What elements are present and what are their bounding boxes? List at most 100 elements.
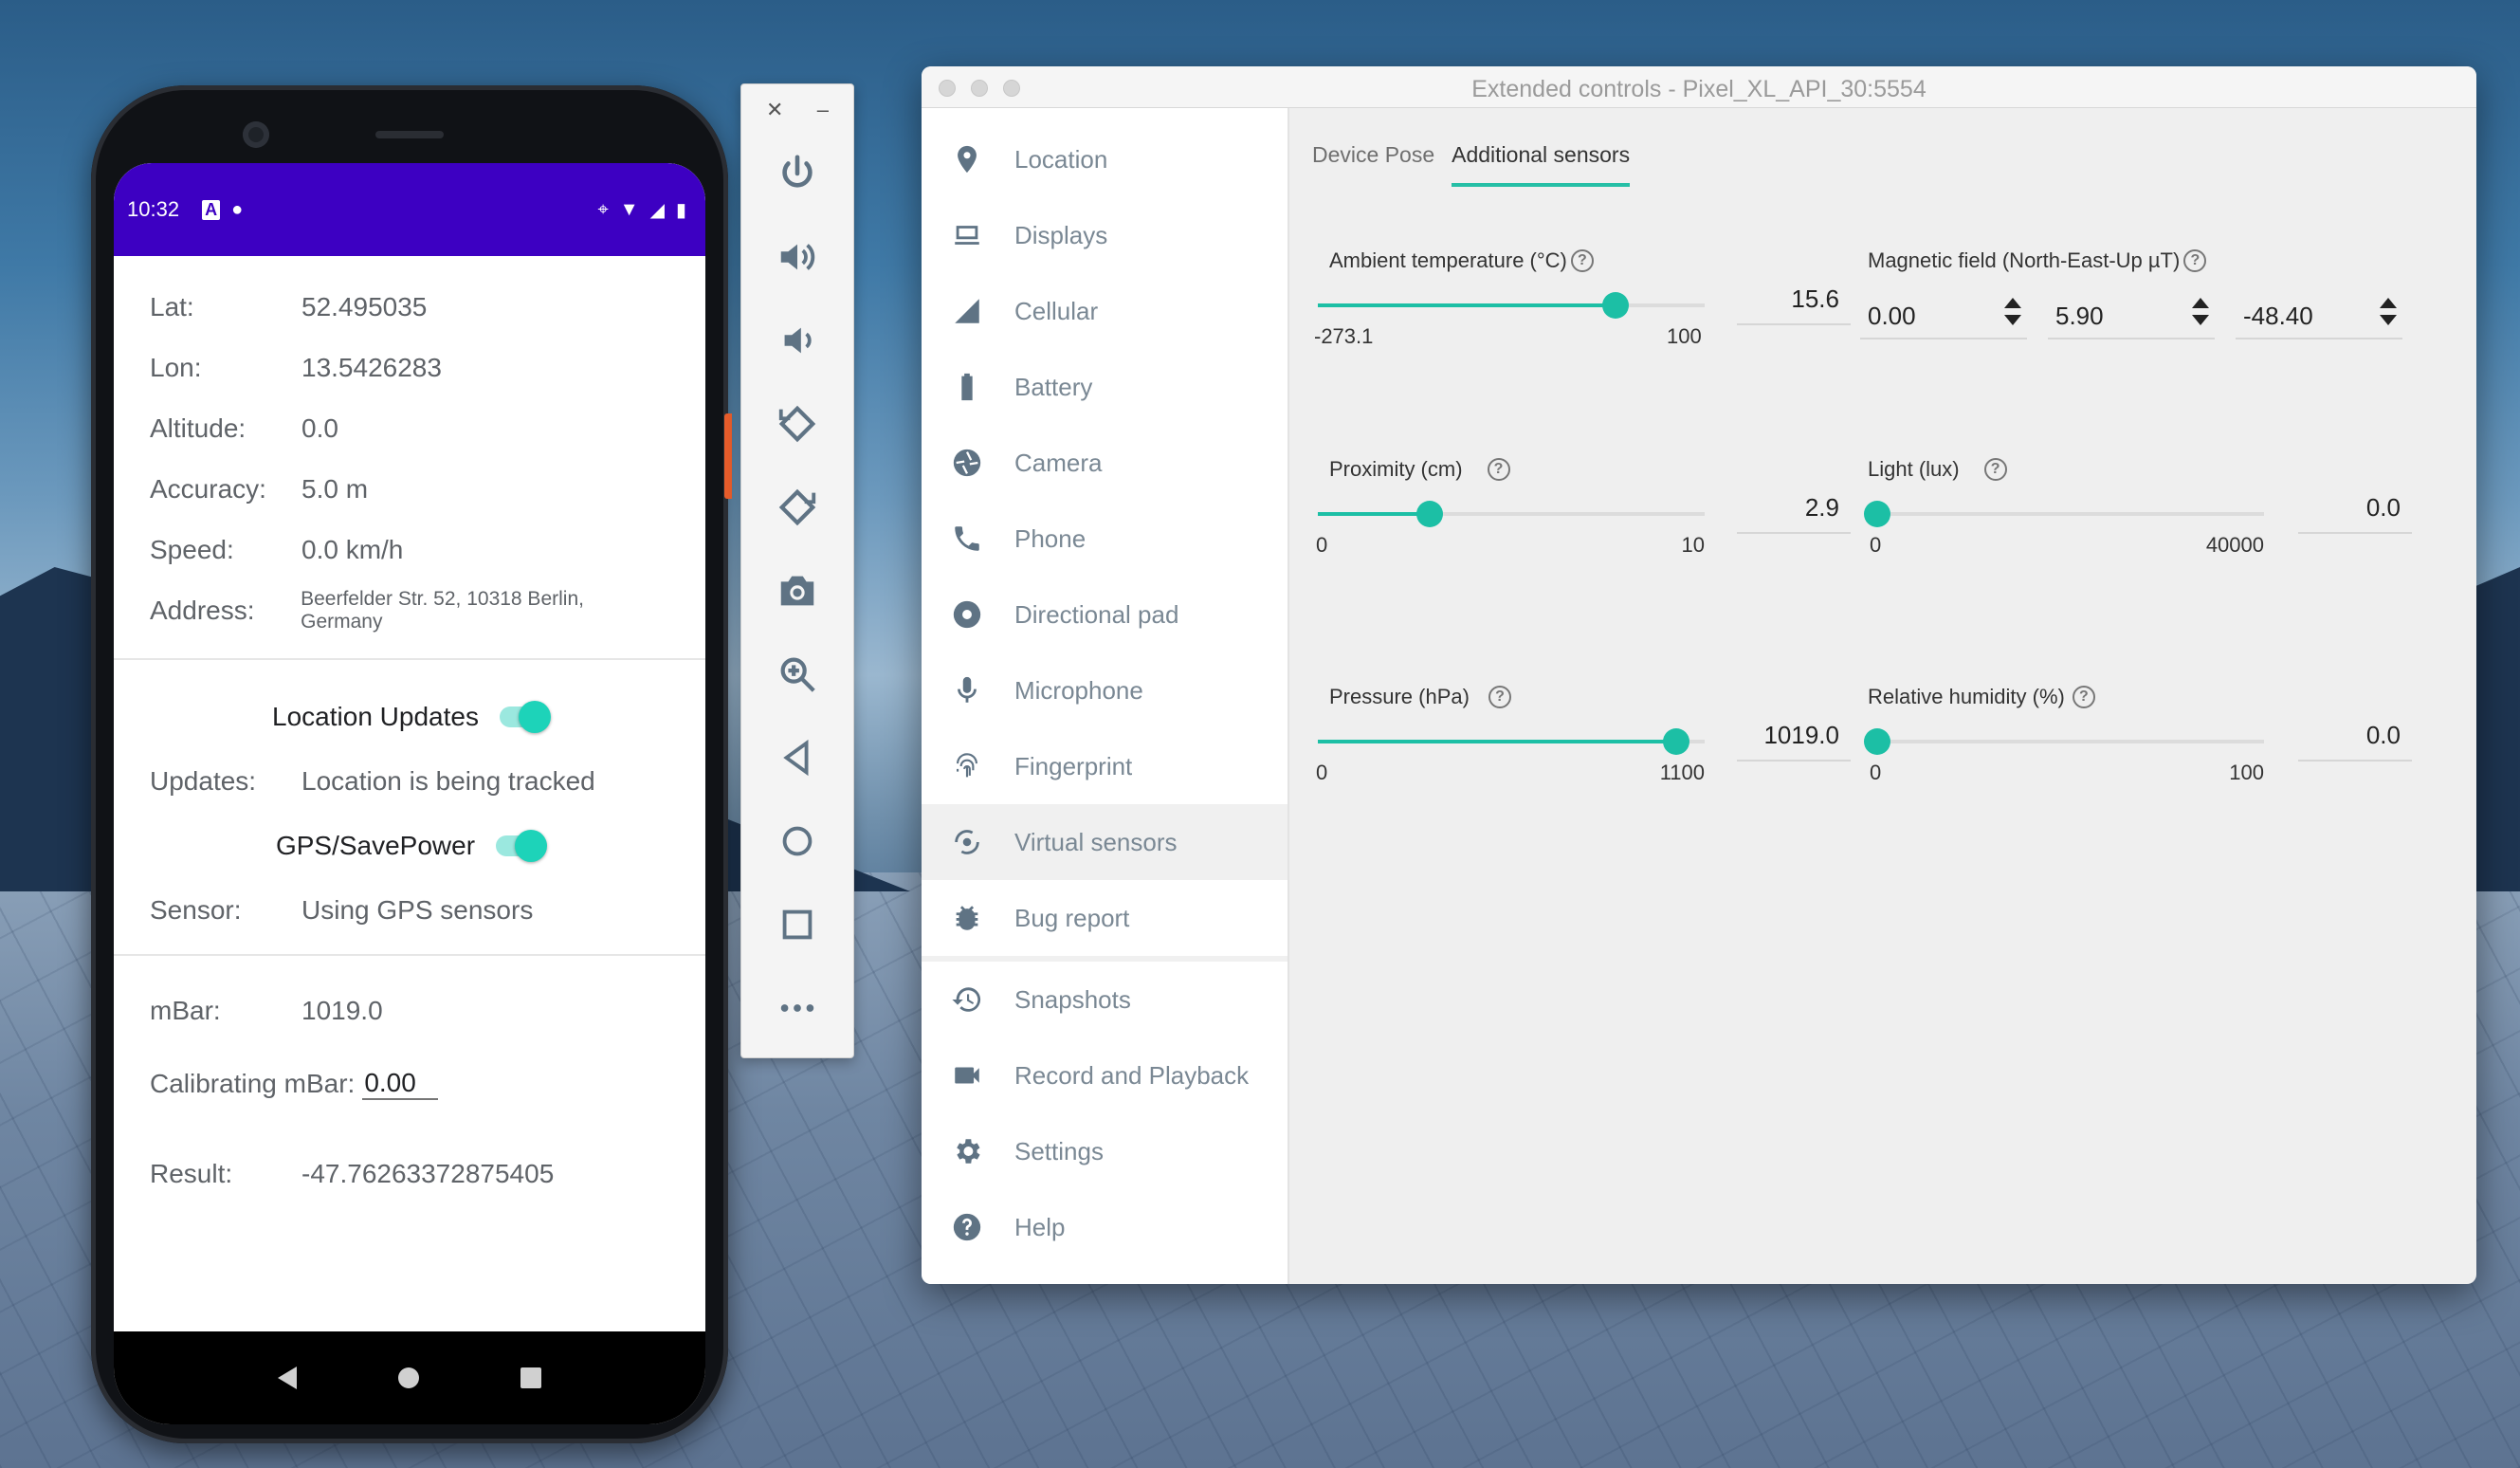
light-slider[interactable] [1864, 501, 2264, 527]
sidebar-item-record-and-playback[interactable]: Record and Playback [922, 1037, 1287, 1113]
relative-humidity-control: Relative humidity (%)? 0 100 0.0 [1860, 620, 2467, 848]
slider-thumb[interactable] [1864, 501, 1890, 527]
increment-icon[interactable] [2192, 298, 2209, 308]
slider-fill [1318, 512, 1431, 516]
spinner[interactable] [2192, 298, 2209, 325]
rotate-left-button[interactable] [741, 382, 853, 466]
magnetic-east-input[interactable]: 5.90 [2048, 298, 2215, 339]
volume-up-button[interactable] [741, 215, 853, 299]
more-button[interactable] [741, 966, 853, 1050]
help-icon[interactable]: ? [2183, 249, 2207, 272]
lon-value: 13.5426283 [301, 353, 442, 382]
mbar-value: 1019.0 [301, 996, 383, 1025]
ambient-temperature-value[interactable]: 15.6 [1737, 284, 1851, 325]
home-button[interactable] [741, 799, 853, 883]
updates-label: Updates: [150, 766, 257, 796]
decrement-icon[interactable] [2192, 315, 2209, 325]
sidebar-item-settings[interactable]: Settings [922, 1113, 1287, 1189]
help-icon[interactable]: ? [1570, 249, 1594, 272]
location-pin-icon [948, 140, 986, 178]
sidebar-item-help[interactable]: Help [922, 1189, 1287, 1265]
slider-thumb[interactable] [1662, 728, 1689, 755]
magnetic-up-input[interactable]: -48.40 [2236, 298, 2402, 339]
sidebar-item-cellular[interactable]: Cellular [922, 273, 1287, 349]
calibrating-input[interactable]: 0.00 [362, 1068, 439, 1100]
help-icon[interactable]: ? [2072, 686, 2095, 708]
sidebar-item-virtual-sensors[interactable]: Virtual sensors [922, 804, 1287, 880]
sidebar-item-phone[interactable]: Phone [922, 501, 1287, 577]
slider-thumb[interactable] [1864, 728, 1890, 755]
location-updates-switch[interactable] [499, 701, 551, 733]
overview-button[interactable] [741, 883, 853, 966]
power-button[interactable] [741, 132, 853, 215]
spinner[interactable] [2004, 298, 2021, 325]
phone-screen[interactable]: 10:32 A ● ⌖ ▼ ◢ ▮ Lat: 52.495035 Lon: 13.5… [114, 163, 705, 1424]
pressure-slider[interactable] [1318, 728, 1705, 755]
volume-down-button[interactable] [741, 299, 853, 382]
light-value[interactable]: 0.0 [2298, 493, 2412, 534]
slider-fill [1318, 740, 1676, 743]
back-button[interactable] [741, 716, 853, 799]
cellular-signal-icon [948, 292, 986, 330]
relative-humidity-value[interactable]: 0.0 [2298, 721, 2412, 762]
sidebar-item-camera[interactable]: Camera [922, 425, 1287, 501]
notification-a-icon: A [202, 199, 221, 220]
help-icon[interactable]: ? [1488, 686, 1511, 708]
result-row: Result: -47.76263372875405 [150, 1127, 669, 1221]
magnetic-field-label: Magnetic field (North-East-Up µT)? [1868, 248, 2207, 273]
sidebar-item-directional-pad[interactable]: Directional pad [922, 577, 1287, 652]
light-label: Light (lux)? [1868, 457, 2007, 482]
window-titlebar[interactable]: Extended controls - Pixel_XL_API_30:5554 [922, 66, 2476, 108]
slider-thumb[interactable] [1416, 501, 1444, 527]
location-updates-row: Location Updates [150, 683, 669, 751]
minimize-icon[interactable]: – [817, 98, 829, 132]
increment-icon[interactable] [2004, 298, 2021, 308]
volume-up-icon [780, 244, 815, 270]
slider-max-label: 40000 [2205, 533, 2264, 557]
pressure-value[interactable]: 1019.0 [1737, 721, 1851, 762]
relative-humidity-slider[interactable] [1864, 728, 2264, 755]
sidebar-item-label: Battery [1014, 372, 1093, 401]
lat-row: Lat: 52.495035 [150, 277, 669, 338]
updates-row: Updates: Location is being tracked [150, 751, 669, 812]
help-icon [948, 1208, 986, 1246]
increment-icon[interactable] [2380, 298, 2397, 308]
sidebar-item-microphone[interactable]: Microphone [922, 652, 1287, 728]
gps-savepower-switch[interactable] [496, 830, 548, 862]
sidebar-item-battery[interactable]: Battery [922, 349, 1287, 425]
sidebar-item-snapshots[interactable]: Snapshots [922, 962, 1287, 1037]
lat-value: 52.495035 [301, 292, 428, 321]
rotate-right-button[interactable] [741, 466, 853, 549]
ambient-temperature-slider[interactable] [1318, 292, 1705, 319]
camera-aperture-icon [948, 444, 986, 482]
close-icon[interactable]: ✕ [766, 98, 783, 132]
extended-controls-sidebar: Location Displays Cellular Battery Camer… [922, 108, 1289, 1284]
help-icon[interactable]: ? [1983, 458, 2007, 481]
sidebar-item-label: Location [1014, 144, 1108, 174]
sensor-label: Sensor: [150, 895, 242, 925]
zoom-button[interactable] [741, 633, 853, 716]
nav-back-icon[interactable] [278, 1367, 298, 1389]
decrement-icon[interactable] [2004, 315, 2021, 325]
nav-home-icon[interactable] [397, 1367, 419, 1388]
screenshot-button[interactable] [741, 549, 853, 633]
notification-dot-icon: ● [231, 198, 244, 220]
slider-thumb[interactable] [1601, 292, 1629, 319]
magnetic-north-input[interactable]: 0.00 [1860, 298, 2027, 339]
proximity-value[interactable]: 2.9 [1737, 493, 1851, 534]
sidebar-item-fingerprint[interactable]: Fingerprint [922, 728, 1287, 804]
result-label: Result: [150, 1159, 233, 1188]
nav-recents-icon[interactable] [520, 1367, 541, 1388]
help-icon[interactable]: ? [1487, 458, 1510, 481]
sidebar-item-displays[interactable]: Displays [922, 197, 1287, 273]
sidebar-item-location[interactable]: Location [922, 121, 1287, 197]
magnetic-field-control: Magnetic field (North-East-Up µT)? 0.00 … [1860, 108, 2467, 393]
ambient-temperature-control: Ambient temperature (°C)? -273.1 100 15.… [1291, 108, 1860, 393]
accuracy-value: 5.0 m [301, 474, 369, 504]
proximity-slider[interactable] [1318, 501, 1705, 527]
sidebar-item-bug-report[interactable]: Bug report [922, 880, 1287, 956]
decrement-icon[interactable] [2380, 315, 2397, 325]
ambient-temperature-label: Ambient temperature (°C)? [1329, 248, 1594, 273]
spinner[interactable] [2380, 298, 2397, 325]
lon-row: Lon: 13.5426283 [150, 338, 669, 398]
